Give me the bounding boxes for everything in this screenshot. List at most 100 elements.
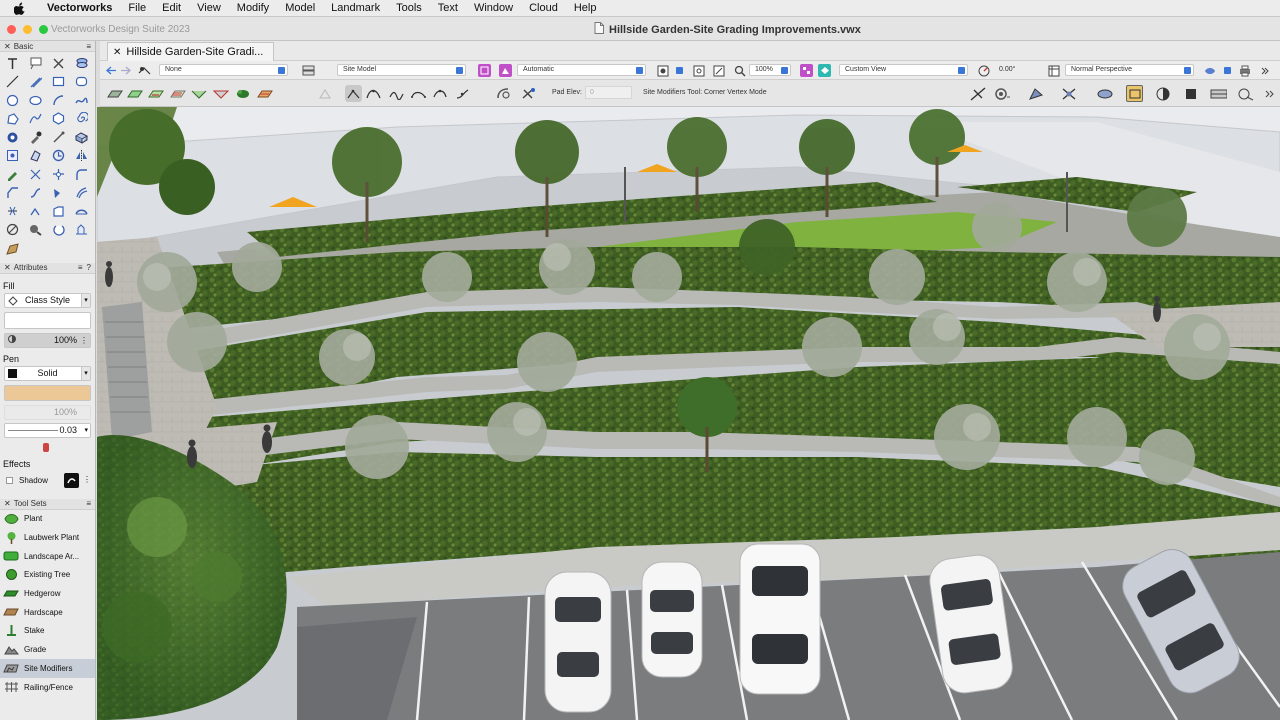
back-arrow-icon[interactable] — [105, 64, 118, 77]
forward-arrow-icon[interactable] — [119, 64, 132, 77]
circle-tool-icon[interactable] — [1, 91, 24, 110]
site-modifier-mode-3-icon[interactable] — [147, 85, 164, 102]
clip-tool-icon[interactable] — [47, 165, 70, 184]
menu-text[interactable]: Text — [430, 0, 466, 17]
walkthrough-tool-icon[interactable] — [24, 221, 47, 240]
fill-color-swatch[interactable] — [4, 311, 91, 329]
view-options-icon[interactable] — [800, 64, 813, 77]
toolset-stake[interactable]: Stake — [0, 622, 95, 641]
rotate-tool-icon[interactable] — [47, 221, 70, 240]
push-pull-tool-icon[interactable] — [24, 147, 47, 166]
minimize-window-button[interactable] — [23, 25, 32, 34]
reshape-tool-icon[interactable] — [47, 184, 70, 203]
class-select[interactable]: None — [159, 64, 288, 76]
site-modifier-mode-5-icon[interactable] — [190, 85, 207, 102]
fillet-tool-icon[interactable] — [70, 165, 93, 184]
projection-icon[interactable] — [1047, 64, 1060, 77]
delete-tool-icon[interactable] — [47, 54, 70, 73]
connect-tool-icon[interactable] — [24, 184, 47, 203]
rotate-view-tool-icon[interactable] — [1, 147, 24, 166]
zoom-window-button[interactable] — [39, 25, 48, 34]
menu-file[interactable]: File — [120, 0, 154, 17]
trim-tool-icon[interactable] — [24, 165, 47, 184]
pen-opacity-field[interactable]: 100% — [4, 404, 91, 420]
menu-view[interactable]: View — [189, 0, 229, 17]
snap-to-grid-icon[interactable] — [1126, 85, 1143, 102]
pen-color-swatch[interactable] — [4, 384, 91, 401]
overflow-chevron-icon[interactable] — [1261, 85, 1278, 102]
layer-select[interactable]: Site Model — [337, 64, 466, 76]
rotation-field[interactable]: 0.00° — [993, 64, 1040, 76]
site-modifier-mode-7-icon[interactable] — [234, 85, 251, 102]
fill-style-select[interactable]: Class Style ▾ — [4, 292, 91, 308]
close-window-button[interactable] — [7, 25, 16, 34]
layers-tool-icon[interactable] — [70, 54, 93, 73]
toolset-hedgerow[interactable]: Hedgerow — [0, 584, 95, 603]
help-icon[interactable]: ? — [87, 263, 91, 272]
section-viewport-tool-icon[interactable] — [70, 221, 93, 240]
menu-cloud[interactable]: Cloud — [521, 0, 566, 17]
slider-knob-icon[interactable] — [43, 442, 49, 452]
chamfer-tool-icon[interactable] — [1, 184, 24, 203]
toolset-landscape-area[interactable]: Landscape Ar... — [0, 547, 95, 566]
line-tool-icon[interactable] — [1, 73, 24, 92]
render-mode-select[interactable]: Automatic — [517, 64, 646, 76]
offset-tool-icon[interactable] — [70, 184, 93, 203]
menu-app-name[interactable]: Vectorworks — [39, 0, 120, 17]
double-line-tool-icon[interactable] — [24, 73, 47, 92]
building-tool-icon[interactable] — [1, 239, 24, 258]
text-tool-icon[interactable] — [1, 54, 24, 73]
close-tab-icon[interactable]: ✕ — [113, 47, 121, 58]
mirror-tool-icon[interactable] — [70, 147, 93, 166]
object-snap-icon[interactable] — [1182, 85, 1199, 102]
oval-tool-icon[interactable] — [24, 91, 47, 110]
apple-icon[interactable] — [12, 1, 26, 15]
lighting-options-icon[interactable] — [1203, 64, 1216, 77]
printer-icon[interactable] — [1238, 64, 1251, 77]
arc-tool-icon[interactable] — [47, 91, 70, 110]
smart-edge-icon[interactable] — [1210, 85, 1227, 102]
standard-views-icon[interactable] — [818, 64, 831, 77]
pen-style-select[interactable]: Solid ▾ — [4, 365, 91, 381]
site-modifier-mode-1-icon[interactable] — [106, 85, 123, 102]
more-options-icon[interactable]: ⋮ — [80, 336, 88, 345]
freehand-tool-icon[interactable] — [70, 91, 93, 110]
rotation-icon[interactable] — [977, 64, 990, 77]
polyline-tool-icon[interactable] — [24, 110, 47, 129]
point-on-arc-mode-icon[interactable] — [432, 85, 449, 102]
toolset-hardscape[interactable]: Hardscape — [0, 603, 95, 622]
section-tool-icon[interactable] — [47, 202, 70, 221]
more-options-icon[interactable]: ⋮ — [83, 475, 91, 484]
snap-to-surface-icon[interactable] — [1096, 85, 1113, 102]
overflow-chevron-icon[interactable] — [1258, 64, 1271, 77]
drawing-area-viewport[interactable] — [97, 107, 1280, 720]
3d-extrude-tool-icon[interactable] — [70, 128, 93, 147]
toolset-site-modifiers[interactable]: Site Modifiers — [0, 659, 95, 678]
site-modifier-mode-6-icon[interactable] — [212, 85, 229, 102]
site-modifier-preferences-icon[interactable] — [495, 85, 512, 102]
layer-options-icon[interactable] — [478, 64, 491, 77]
projection-select[interactable]: Normal Perspective — [1065, 64, 1194, 76]
close-palette-icon[interactable]: ✕ — [4, 42, 11, 51]
shadow-checkbox[interactable] — [6, 477, 13, 484]
menu-modify[interactable]: Modify — [229, 0, 277, 17]
lighting-dropdown-icon[interactable] — [1221, 64, 1234, 77]
line-weight-field[interactable]: 0.03 ▾ — [4, 422, 91, 438]
palette-menu-icon[interactable]: ≡ — [86, 499, 91, 508]
snap-to-object-icon[interactable] — [1027, 85, 1044, 102]
menu-model[interactable]: Model — [277, 0, 323, 17]
snap-to-intersection-icon[interactable] — [1060, 85, 1077, 102]
fill-opacity-field[interactable]: 100% ⋮ — [4, 332, 91, 348]
site-modifier-settings-icon[interactable] — [520, 85, 537, 102]
snap-grid-icon[interactable] — [969, 85, 986, 102]
layer-visibility-icon[interactable] — [302, 64, 315, 77]
menu-landmark[interactable]: Landmark — [323, 0, 388, 17]
bezier-vertex-mode-icon[interactable] — [365, 85, 382, 102]
palette-menu-icon[interactable]: ≡ — [78, 263, 83, 272]
menu-tools[interactable]: Tools — [388, 0, 430, 17]
polygon-tool-icon[interactable] — [1, 110, 24, 129]
eyedropper-tool-icon[interactable] — [24, 128, 47, 147]
visibility-tool-icon[interactable] — [70, 202, 93, 221]
render-dropdown-icon[interactable] — [673, 64, 686, 77]
toolset-railing-fence[interactable]: Railing/Fence — [0, 678, 95, 697]
